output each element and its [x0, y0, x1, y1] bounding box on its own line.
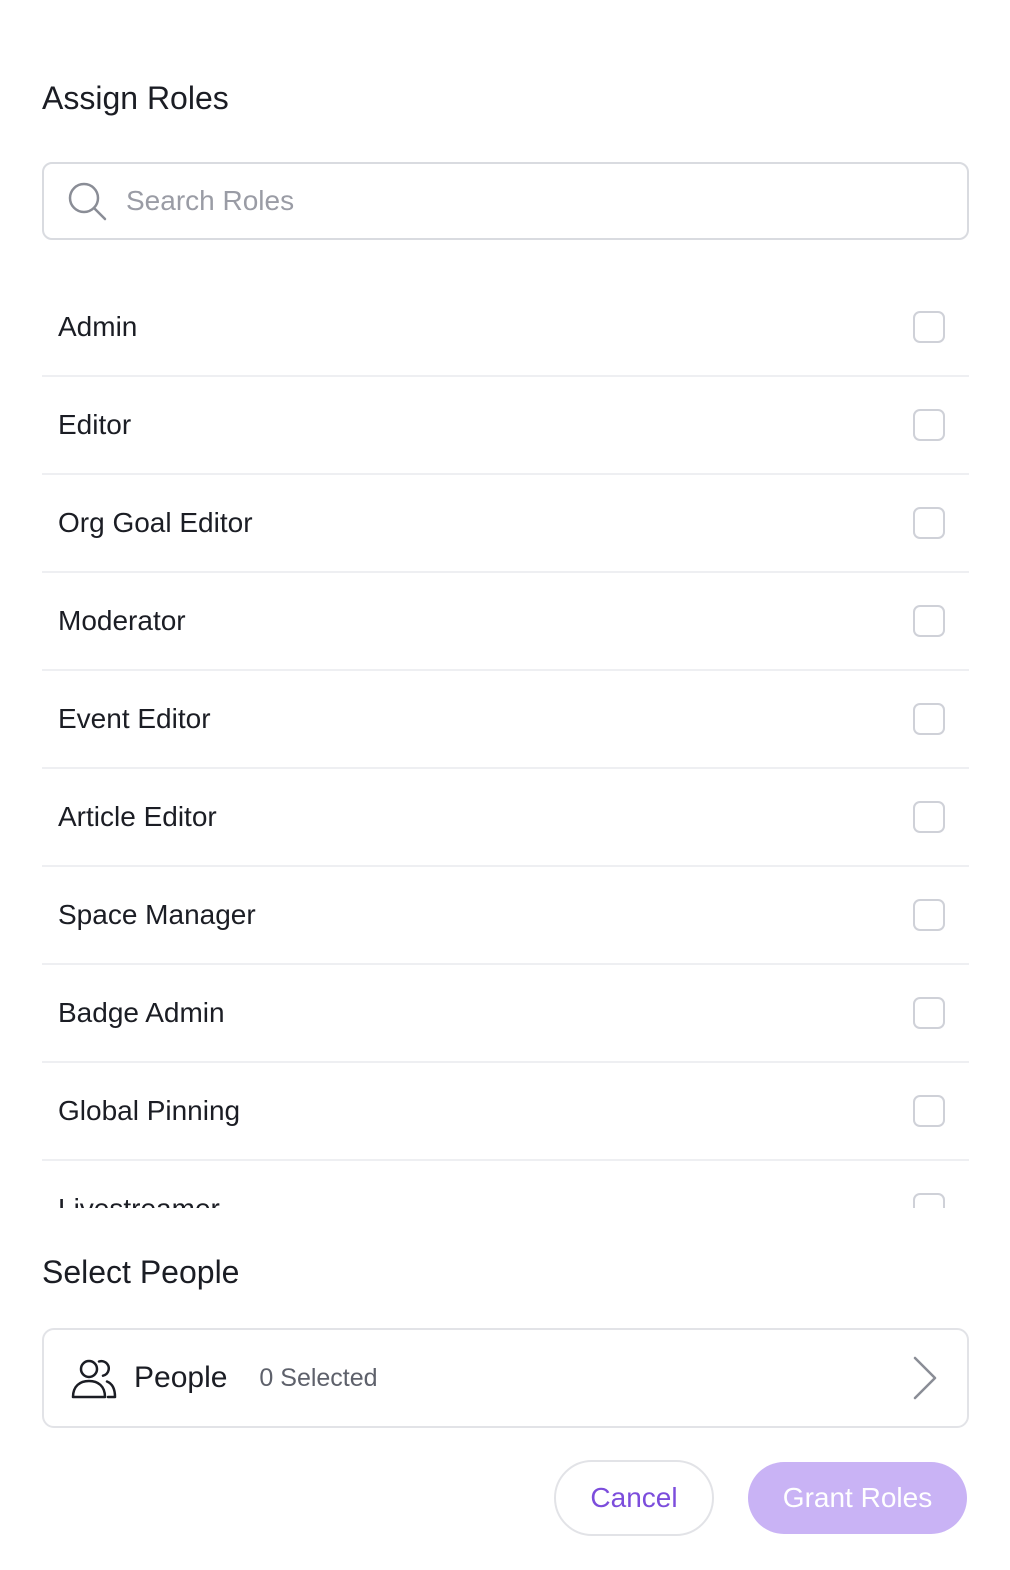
- role-label: Event Editor: [58, 703, 211, 734]
- role-checkbox[interactable]: [913, 703, 945, 735]
- role-row-space-manager[interactable]: Space Manager: [42, 867, 969, 965]
- role-label: Livestreamer: [58, 1193, 220, 1208]
- people-selector[interactable]: People 0 Selected: [42, 1328, 969, 1428]
- role-label: Space Manager: [58, 899, 256, 930]
- role-row-article-editor[interactable]: Article Editor: [42, 769, 969, 867]
- role-checkbox[interactable]: [913, 409, 945, 441]
- role-label: Global Pinning: [58, 1095, 241, 1126]
- assign-roles-panel: Assign Roles Admin Editor Org Goal Edito…: [0, 0, 1010, 1570]
- role-row-admin[interactable]: Admin: [42, 279, 969, 377]
- role-label: Org Goal Editor: [58, 507, 253, 538]
- role-row-editor[interactable]: Editor: [42, 377, 969, 475]
- role-label: Badge Admin: [58, 997, 225, 1028]
- role-checkbox[interactable]: [913, 605, 945, 637]
- cancel-button[interactable]: Cancel: [554, 1460, 714, 1536]
- grant-roles-button[interactable]: Grant Roles: [748, 1462, 967, 1534]
- role-label: Editor: [58, 409, 132, 440]
- role-row-global-pinning[interactable]: Global Pinning: [42, 1063, 969, 1161]
- role-label: Admin: [58, 311, 138, 342]
- role-checkbox[interactable]: [913, 507, 945, 539]
- role-row-org-goal-editor[interactable]: Org Goal Editor: [42, 475, 969, 573]
- role-checkbox[interactable]: [913, 1095, 945, 1127]
- role-label: Article Editor: [58, 801, 217, 832]
- role-checkbox[interactable]: [913, 311, 945, 343]
- roles-list[interactable]: Admin Editor Org Goal Editor Moderator E…: [42, 279, 969, 1208]
- people-selected-count: 0 Selected: [259, 1363, 378, 1392]
- role-checkbox[interactable]: [913, 997, 945, 1029]
- search-icon: [66, 180, 108, 222]
- role-row-event-editor[interactable]: Event Editor: [42, 671, 969, 769]
- role-row-moderator[interactable]: Moderator: [42, 573, 969, 671]
- search-box[interactable]: [42, 162, 969, 240]
- chevron-right-icon: [909, 1356, 939, 1400]
- users-icon: [70, 1356, 118, 1400]
- people-label: People: [134, 1361, 228, 1394]
- role-label: Moderator: [58, 605, 186, 636]
- role-row-livestreamer[interactable]: Livestreamer: [42, 1161, 969, 1208]
- role-checkbox[interactable]: [913, 1193, 945, 1208]
- select-people-title: Select People: [42, 1254, 240, 1290]
- role-row-badge-admin[interactable]: Badge Admin: [42, 965, 969, 1063]
- role-checkbox[interactable]: [913, 899, 945, 931]
- search-input[interactable]: [126, 185, 906, 217]
- page-title: Assign Roles: [42, 80, 229, 116]
- role-checkbox[interactable]: [913, 801, 945, 833]
